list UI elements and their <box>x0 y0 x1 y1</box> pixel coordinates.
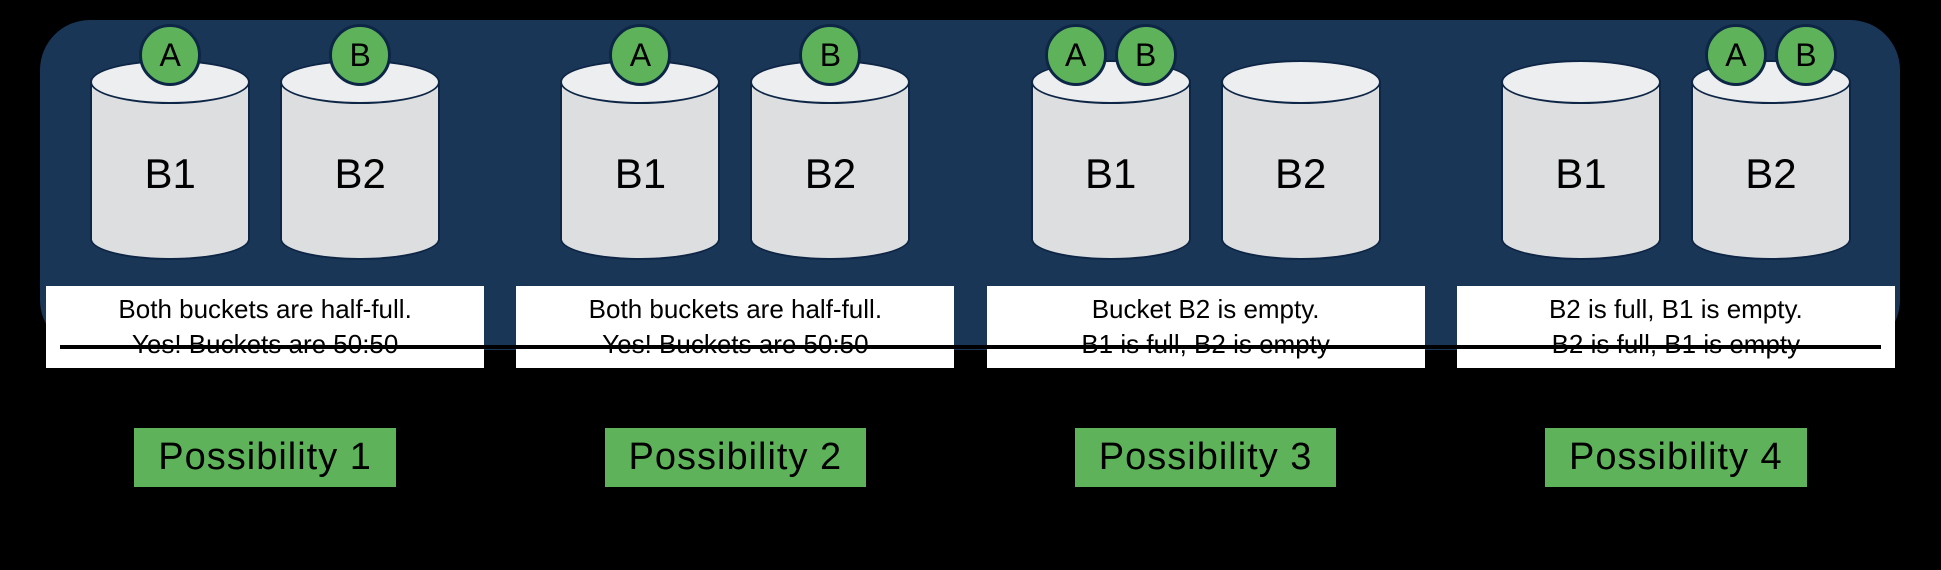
cylinder-icon: B1 <box>1501 60 1661 260</box>
possibility-label: Possibility 1 <box>134 428 396 487</box>
caption-line: Both buckets are half-full. <box>50 292 480 327</box>
ball-a-icon: A <box>609 24 671 86</box>
cylinder-icon: B2 <box>1221 60 1381 260</box>
ball-group: A <box>560 24 720 86</box>
bucket-label: B1 <box>560 150 720 198</box>
bucket-pair: A B B1 B2 <box>1031 30 1381 260</box>
diagram-canvas: A B1 B B2 Bo <box>0 0 1941 570</box>
bucket-label: B2 <box>1221 150 1381 198</box>
bucket-b2: B B2 <box>750 30 910 260</box>
caption-line: B2 is full, B1 is empty. <box>1461 292 1891 327</box>
possibility-panel: A B B1 B2 Bucket B2 is <box>991 0 1421 487</box>
bucket-label: B2 <box>750 150 910 198</box>
possibility-row: A B1 B B2 Bo <box>0 0 1941 570</box>
ball-group: B <box>280 24 440 86</box>
possibility-label: Possibility 4 <box>1545 428 1807 487</box>
bucket-b2: A B B2 <box>1691 30 1851 260</box>
ball-group: B <box>750 24 910 86</box>
cylinder-icon: B2 <box>750 60 910 260</box>
bucket-b1: B1 <box>1501 30 1661 260</box>
bucket-b2: B B2 <box>280 30 440 260</box>
ball-b-icon: B <box>1775 24 1837 86</box>
caption-line: Bucket B2 is empty. <box>991 292 1421 327</box>
possibility-caption: Both buckets are half-full. Yes! Buckets… <box>516 286 954 368</box>
cylinder-icon: B2 <box>280 60 440 260</box>
ball-a-icon: A <box>1045 24 1107 86</box>
bucket-label: B2 <box>1691 150 1851 198</box>
ball-b-icon: B <box>799 24 861 86</box>
cylinder-icon: B2 <box>1691 60 1851 260</box>
horizontal-rule <box>60 345 1881 349</box>
bucket-label: B1 <box>90 150 250 198</box>
bucket-b1: A B B1 <box>1031 30 1191 260</box>
possibility-caption: Both buckets are half-full. Yes! Buckets… <box>46 286 484 368</box>
possibility-label: Possibility 2 <box>605 428 867 487</box>
possibility-caption: Bucket B2 is empty. B1 is full, B2 is em… <box>987 286 1425 368</box>
ball-a-icon: A <box>139 24 201 86</box>
bucket-label: B1 <box>1501 150 1661 198</box>
possibility-panel: B1 A B B2 B2 is full, B1 is empty. B2 i <box>1461 0 1891 487</box>
possibility-caption: B2 is full, B1 is empty. B2 is full, B1 … <box>1457 286 1895 368</box>
caption-line: Both buckets are half-full. <box>520 292 950 327</box>
bucket-b1: A B1 <box>90 30 250 260</box>
possibility-label: Possibility 3 <box>1075 428 1337 487</box>
cylinder-icon: B1 <box>560 60 720 260</box>
ball-a-icon: A <box>1705 24 1767 86</box>
ball-group: A <box>90 24 250 86</box>
cylinder-icon: B1 <box>90 60 250 260</box>
ball-group: A B <box>1691 24 1851 86</box>
bucket-label: B1 <box>1031 150 1191 198</box>
bucket-pair: B1 A B B2 <box>1501 30 1851 260</box>
bucket-pair: A B1 B B2 <box>560 30 910 260</box>
bucket-pair: A B1 B B2 <box>90 30 440 260</box>
ball-b-icon: B <box>329 24 391 86</box>
bucket-b2: B2 <box>1221 30 1381 260</box>
cylinder-icon: B1 <box>1031 60 1191 260</box>
ball-group: A B <box>1031 24 1191 86</box>
possibility-panel: A B1 B B2 Bo <box>50 0 480 487</box>
possibility-panel: A B1 B B2 Bo <box>520 0 950 487</box>
bucket-b1: A B1 <box>560 30 720 260</box>
ball-b-icon: B <box>1115 24 1177 86</box>
bucket-label: B2 <box>280 150 440 198</box>
